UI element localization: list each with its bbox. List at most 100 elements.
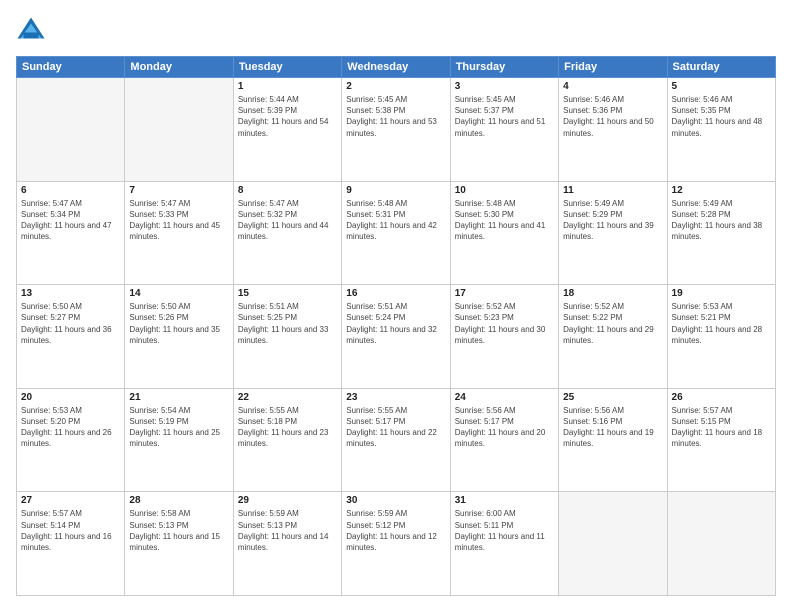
header [16,16,776,46]
day-number: 18 [563,288,662,299]
day-number: 23 [346,392,445,403]
day-number: 3 [455,81,554,92]
calendar-cell: 26 Sunrise: 5:57 AMSunset: 5:15 PMDayligh… [667,388,775,492]
day-detail: Sunrise: 5:46 AMSunset: 5:36 PMDaylight:… [563,94,662,139]
calendar-cell: 16 Sunrise: 5:51 AMSunset: 5:24 PMDayligh… [342,285,450,389]
day-number: 26 [672,392,771,403]
calendar-cell: 29 Sunrise: 5:59 AMSunset: 5:13 PMDayligh… [233,492,341,596]
day-number: 8 [238,185,337,196]
day-number: 21 [129,392,228,403]
day-detail: Sunrise: 5:49 AMSunset: 5:28 PMDaylight:… [672,198,771,243]
day-number: 28 [129,495,228,506]
weekday-header: Sunday [17,57,125,78]
day-detail: Sunrise: 5:47 AMSunset: 5:33 PMDaylight:… [129,198,228,243]
calendar-cell: 31 Sunrise: 6:00 AMSunset: 5:11 PMDayligh… [450,492,558,596]
day-detail: Sunrise: 5:50 AMSunset: 5:26 PMDaylight:… [129,301,228,346]
calendar-cell: 17 Sunrise: 5:52 AMSunset: 5:23 PMDayligh… [450,285,558,389]
day-detail: Sunrise: 5:44 AMSunset: 5:39 PMDaylight:… [238,94,337,139]
calendar-cell: 24 Sunrise: 5:56 AMSunset: 5:17 PMDayligh… [450,388,558,492]
weekday-header: Saturday [667,57,775,78]
day-number: 14 [129,288,228,299]
day-number: 19 [672,288,771,299]
calendar-cell: 12 Sunrise: 5:49 AMSunset: 5:28 PMDayligh… [667,181,775,285]
day-detail: Sunrise: 5:49 AMSunset: 5:29 PMDaylight:… [563,198,662,243]
calendar-cell: 21 Sunrise: 5:54 AMSunset: 5:19 PMDayligh… [125,388,233,492]
logo [16,16,50,46]
day-number: 4 [563,81,662,92]
day-detail: Sunrise: 5:59 AMSunset: 5:12 PMDaylight:… [346,508,445,553]
day-detail: Sunrise: 5:50 AMSunset: 5:27 PMDaylight:… [21,301,120,346]
day-detail: Sunrise: 5:55 AMSunset: 5:18 PMDaylight:… [238,405,337,450]
calendar-table: SundayMondayTuesdayWednesdayThursdayFrid… [16,56,776,596]
day-number: 2 [346,81,445,92]
calendar-cell: 11Sunrise: 5:49 AMSunset: 5:29 PMDayligh… [559,181,667,285]
day-detail: Sunrise: 5:52 AMSunset: 5:22 PMDaylight:… [563,301,662,346]
day-number: 13 [21,288,120,299]
calendar-cell [17,78,125,182]
day-number: 20 [21,392,120,403]
calendar-cell: 7 Sunrise: 5:47 AMSunset: 5:33 PMDaylight… [125,181,233,285]
day-detail: Sunrise: 5:54 AMSunset: 5:19 PMDaylight:… [129,405,228,450]
day-number: 1 [238,81,337,92]
calendar-cell: 25 Sunrise: 5:56 AMSunset: 5:16 PMDayligh… [559,388,667,492]
day-detail: Sunrise: 5:53 AMSunset: 5:20 PMDaylight:… [21,405,120,450]
calendar-cell: 27 Sunrise: 5:57 AMSunset: 5:14 PMDayligh… [17,492,125,596]
calendar-cell: 15 Sunrise: 5:51 AMSunset: 5:25 PMDayligh… [233,285,341,389]
day-number: 27 [21,495,120,506]
calendar-cell: 23 Sunrise: 5:55 AMSunset: 5:17 PMDayligh… [342,388,450,492]
day-detail: Sunrise: 5:45 AMSunset: 5:38 PMDaylight:… [346,94,445,139]
day-detail: Sunrise: 5:47 AMSunset: 5:34 PMDaylight:… [21,198,120,243]
day-number: 31 [455,495,554,506]
calendar-cell: 13 Sunrise: 5:50 AMSunset: 5:27 PMDayligh… [17,285,125,389]
weekday-header: Friday [559,57,667,78]
calendar-cell: 5 Sunrise: 5:46 AMSunset: 5:35 PMDaylight… [667,78,775,182]
calendar-cell: 3 Sunrise: 5:45 AMSunset: 5:37 PMDaylight… [450,78,558,182]
calendar-cell: 10Sunrise: 5:48 AMSunset: 5:30 PMDayligh… [450,181,558,285]
calendar-cell [667,492,775,596]
day-number: 17 [455,288,554,299]
day-detail: Sunrise: 5:55 AMSunset: 5:17 PMDaylight:… [346,405,445,450]
day-detail: Sunrise: 5:57 AMSunset: 5:14 PMDaylight:… [21,508,120,553]
logo-icon [16,16,46,46]
day-detail: Sunrise: 5:45 AMSunset: 5:37 PMDaylight:… [455,94,554,139]
day-detail: Sunrise: 6:00 AMSunset: 5:11 PMDaylight:… [455,508,554,553]
calendar-cell: 20 Sunrise: 5:53 AMSunset: 5:20 PMDayligh… [17,388,125,492]
calendar-cell: 30Sunrise: 5:59 AMSunset: 5:12 PMDayligh… [342,492,450,596]
day-detail: Sunrise: 5:48 AMSunset: 5:31 PMDaylight:… [346,198,445,243]
day-number: 29 [238,495,337,506]
day-detail: Sunrise: 5:46 AMSunset: 5:35 PMDaylight:… [672,94,771,139]
day-detail: Sunrise: 5:59 AMSunset: 5:13 PMDaylight:… [238,508,337,553]
day-number: 16 [346,288,445,299]
calendar-cell: 19Sunrise: 5:53 AMSunset: 5:21 PMDayligh… [667,285,775,389]
calendar-cell: 28 Sunrise: 5:58 AMSunset: 5:13 PMDayligh… [125,492,233,596]
day-detail: Sunrise: 5:58 AMSunset: 5:13 PMDaylight:… [129,508,228,553]
day-number: 12 [672,185,771,196]
day-detail: Sunrise: 5:56 AMSunset: 5:16 PMDaylight:… [563,405,662,450]
calendar-cell: 8 Sunrise: 5:47 AMSunset: 5:32 PMDaylight… [233,181,341,285]
calendar-cell: 22Sunrise: 5:55 AMSunset: 5:18 PMDayligh… [233,388,341,492]
day-detail: Sunrise: 5:47 AMSunset: 5:32 PMDaylight:… [238,198,337,243]
weekday-header: Wednesday [342,57,450,78]
calendar-cell: 2 Sunrise: 5:45 AMSunset: 5:38 PMDaylight… [342,78,450,182]
weekday-header: Tuesday [233,57,341,78]
day-number: 9 [346,185,445,196]
day-detail: Sunrise: 5:51 AMSunset: 5:25 PMDaylight:… [238,301,337,346]
page: SundayMondayTuesdayWednesdayThursdayFrid… [0,0,792,612]
day-detail: Sunrise: 5:57 AMSunset: 5:15 PMDaylight:… [672,405,771,450]
day-number: 25 [563,392,662,403]
calendar-cell [125,78,233,182]
day-number: 7 [129,185,228,196]
calendar-cell: 4 Sunrise: 5:46 AMSunset: 5:36 PMDaylight… [559,78,667,182]
calendar-cell: 9 Sunrise: 5:48 AMSunset: 5:31 PMDaylight… [342,181,450,285]
calendar-cell: 6Sunrise: 5:47 AMSunset: 5:34 PMDaylight… [17,181,125,285]
day-number: 24 [455,392,554,403]
day-detail: Sunrise: 5:56 AMSunset: 5:17 PMDaylight:… [455,405,554,450]
day-detail: Sunrise: 5:48 AMSunset: 5:30 PMDaylight:… [455,198,554,243]
day-number: 15 [238,288,337,299]
day-number: 5 [672,81,771,92]
calendar-cell: 1 Sunrise: 5:44 AMSunset: 5:39 PMDaylight… [233,78,341,182]
day-detail: Sunrise: 5:52 AMSunset: 5:23 PMDaylight:… [455,301,554,346]
weekday-header: Monday [125,57,233,78]
calendar-cell: 14 Sunrise: 5:50 AMSunset: 5:26 PMDayligh… [125,285,233,389]
day-detail: Sunrise: 5:51 AMSunset: 5:24 PMDaylight:… [346,301,445,346]
